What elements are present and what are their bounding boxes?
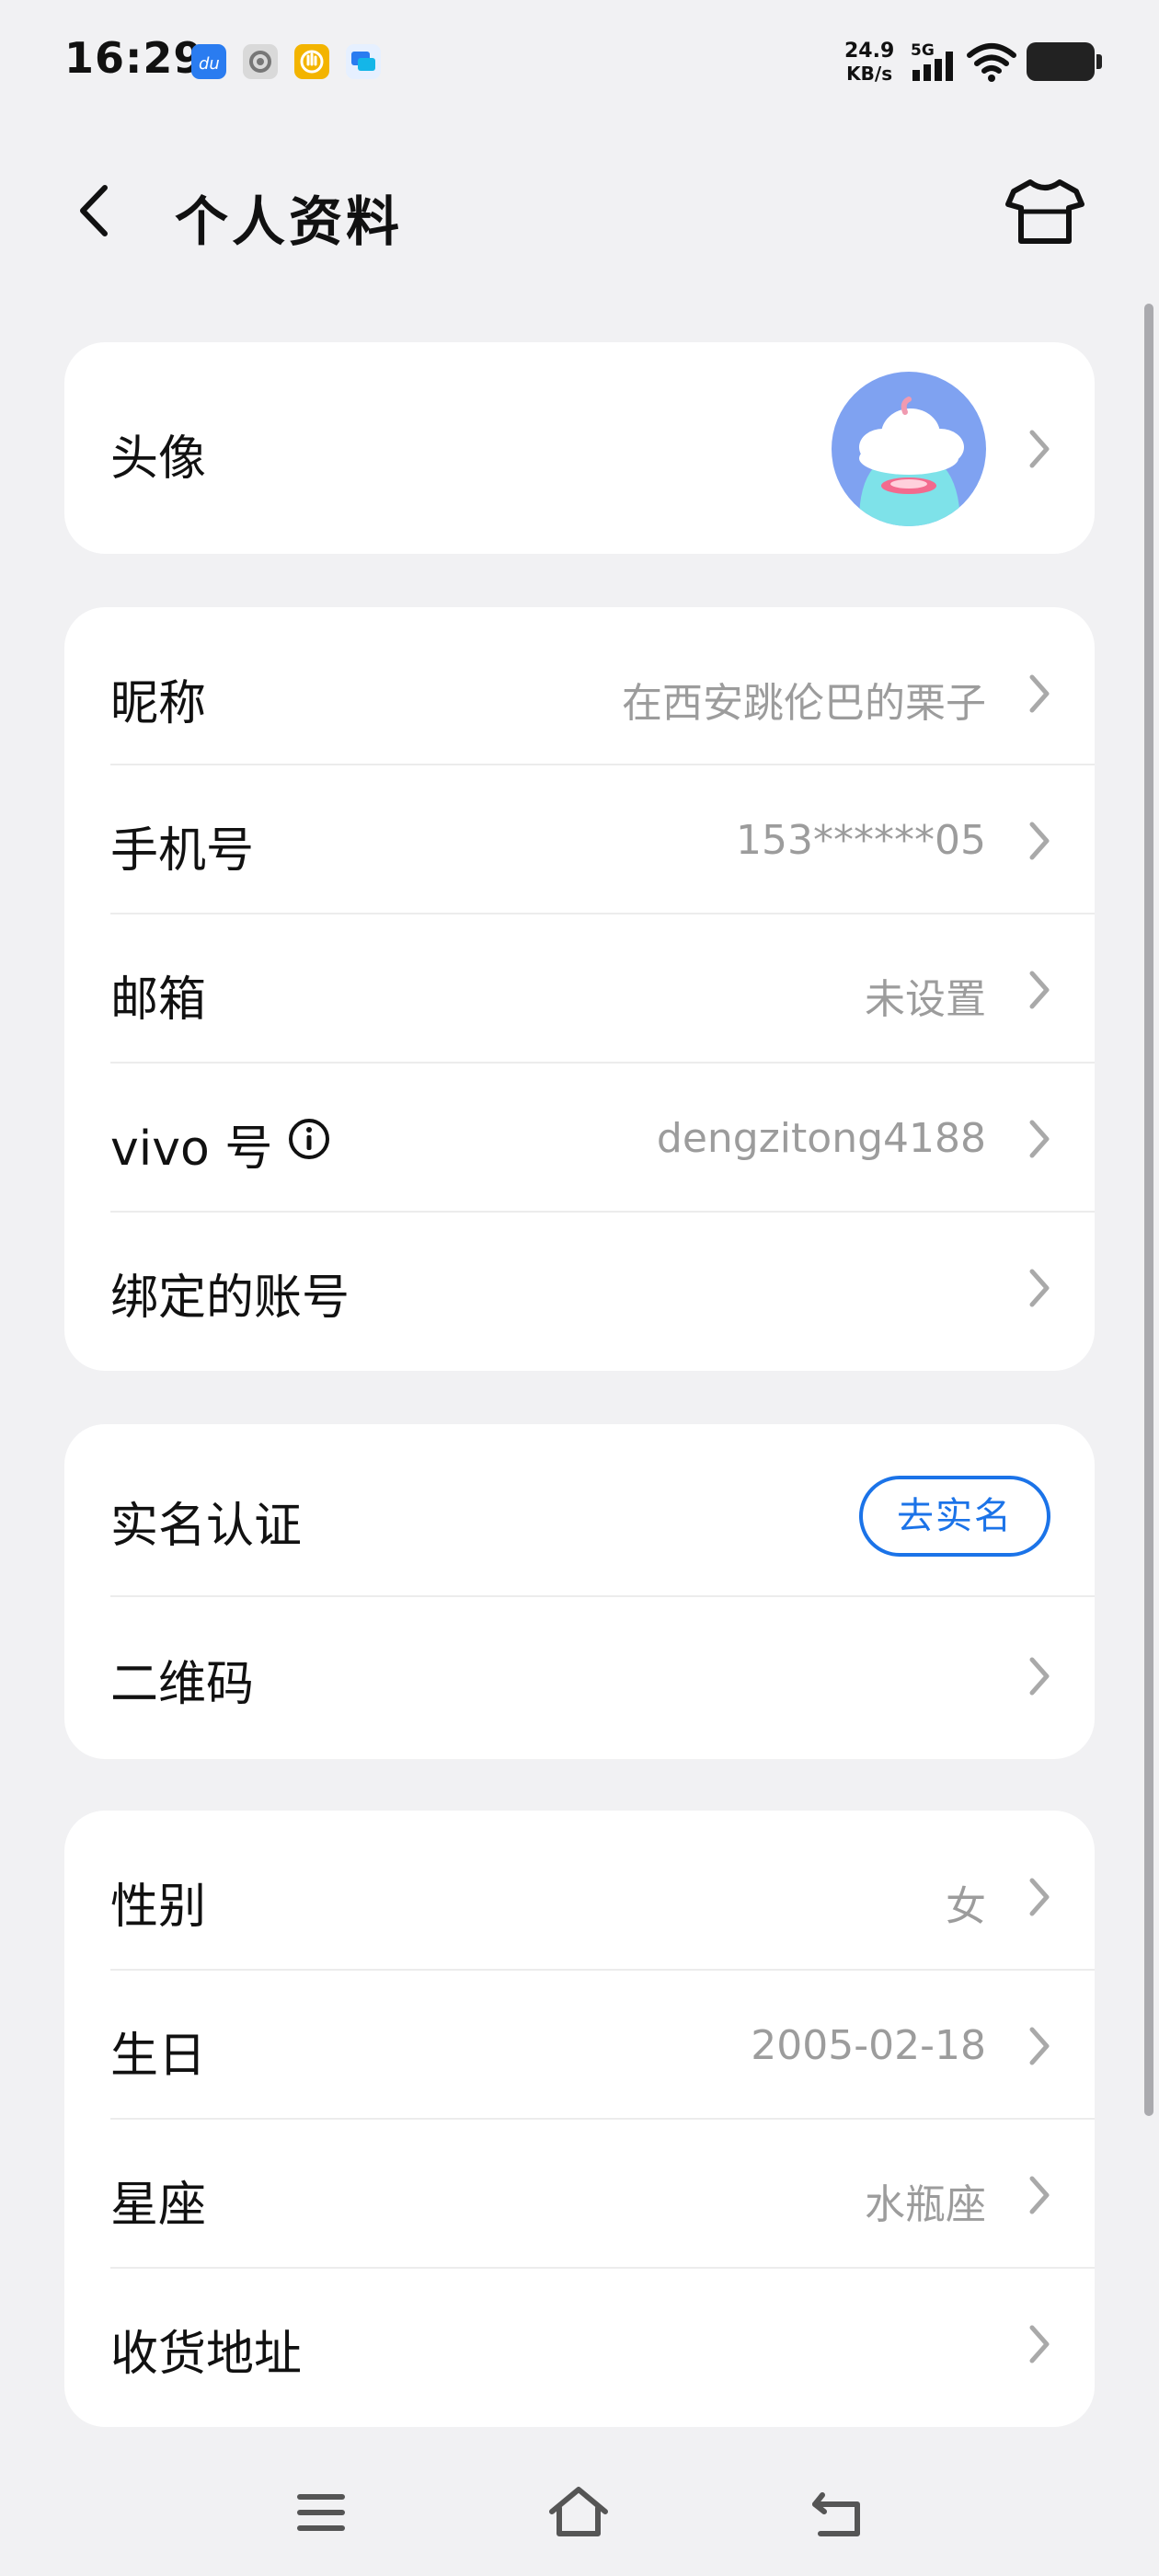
net-speed: 24.9 KB/s	[844, 40, 895, 86]
phone-row[interactable]: 手机号 153******05	[64, 765, 1095, 913]
avatar-label: 头像	[110, 431, 207, 487]
page-title: 个人资料	[175, 190, 404, 253]
chevron-right-icon	[1029, 822, 1050, 860]
signal-icon: 5G	[911, 41, 953, 81]
avatar[interactable]	[832, 372, 986, 526]
status-bar: 16:29 du 24.9 KB/s 5G	[0, 0, 1159, 120]
network-type: 5G	[911, 41, 935, 60]
profile-card: 性别 女 生日 2005-02-18 星座 水瓶座 收货地址	[64, 1811, 1095, 2427]
back-icon[interactable]	[802, 2478, 870, 2547]
birthday-row[interactable]: 生日 2005-02-18	[64, 1971, 1095, 2118]
qrcode-label: 二维码	[110, 1657, 255, 1712]
birthday-label: 生日	[110, 2029, 207, 2084]
gender-label: 性别	[110, 1880, 207, 1935]
verify-realname-button[interactable]: 去实名	[859, 1476, 1050, 1557]
account-card: 昵称 在西安跳伦巴的栗子 手机号 153******05 邮箱 未设置 vivo…	[64, 607, 1095, 1371]
chevron-right-icon	[1029, 2325, 1050, 2363]
qrcode-row[interactable]: 二维码	[64, 1597, 1095, 1759]
vivo-id-value: dengzitong4188	[656, 1115, 986, 1162]
page-header: 个人资料	[0, 156, 1159, 267]
chevron-right-icon	[1029, 971, 1050, 1009]
svg-text:du: du	[199, 54, 220, 74]
realname-row[interactable]: 实名认证 去实名	[64, 1424, 1095, 1595]
phone-label: 手机号	[110, 823, 255, 879]
zodiac-label: 星座	[110, 2178, 207, 2233]
email-row[interactable]: 邮箱 未设置	[64, 914, 1095, 1062]
net-speed-value: 24.9	[844, 40, 895, 63]
scrollbar[interactable]	[1144, 304, 1153, 2116]
net-speed-unit: KB/s	[846, 63, 893, 85]
message-app-icon	[346, 44, 381, 79]
address-row[interactable]: 收货地址	[64, 2269, 1095, 2427]
du-app-icon: du	[191, 44, 226, 79]
chevron-right-icon	[1029, 674, 1050, 713]
nickname-row[interactable]: 昵称 在西安跳伦巴的栗子	[64, 607, 1095, 764]
camera-app-icon	[243, 44, 278, 79]
vivo-id-label: vivo 号	[110, 1121, 273, 1177]
chevron-right-icon	[1029, 430, 1050, 468]
info-icon[interactable]	[285, 1115, 333, 1163]
realname-label: 实名认证	[110, 1499, 303, 1554]
avatar-row[interactable]: 头像	[64, 342, 1095, 554]
bound-accounts-label: 绑定的账号	[110, 1271, 350, 1326]
status-time: 16:29	[64, 33, 204, 83]
zodiac-value: 水瓶座	[865, 2181, 986, 2228]
battery-icon	[1027, 42, 1102, 81]
menu-icon[interactable]	[287, 2478, 355, 2547]
phone-value: 153******05	[736, 817, 986, 864]
wifi-icon	[967, 43, 1016, 82]
email-label: 邮箱	[110, 972, 207, 1028]
bound-accounts-row[interactable]: 绑定的账号	[64, 1213, 1095, 1371]
gender-row[interactable]: 性别 女	[64, 1811, 1095, 1969]
email-value: 未设置	[865, 976, 986, 1023]
chevron-right-icon	[1029, 1878, 1050, 1916]
yellow-app-icon	[294, 44, 329, 79]
address-label: 收货地址	[110, 2327, 303, 2382]
identity-card: 实名认证 去实名 二维码	[64, 1424, 1095, 1759]
navigation-bar	[0, 2466, 1159, 2558]
chevron-right-icon	[1029, 2027, 1050, 2065]
chevron-right-icon	[1029, 2176, 1050, 2214]
vivo-id-row[interactable]: vivo 号 dengzitong4188	[64, 1064, 1095, 1211]
avatar-card: 头像	[64, 342, 1095, 554]
chevron-left-icon[interactable]	[64, 178, 129, 243]
chevron-right-icon	[1029, 1269, 1050, 1307]
tshirt-icon[interactable]	[1003, 177, 1087, 247]
birthday-value: 2005-02-18	[751, 2022, 986, 2069]
nickname-value: 在西安跳伦巴的栗子	[622, 680, 986, 727]
nickname-label: 昵称	[110, 676, 207, 731]
zodiac-row[interactable]: 星座 水瓶座	[64, 2120, 1095, 2267]
home-icon[interactable]	[545, 2478, 613, 2547]
gender-value: 女	[946, 1883, 986, 1930]
chevron-right-icon	[1029, 1657, 1050, 1696]
chevron-right-icon	[1029, 1120, 1050, 1158]
